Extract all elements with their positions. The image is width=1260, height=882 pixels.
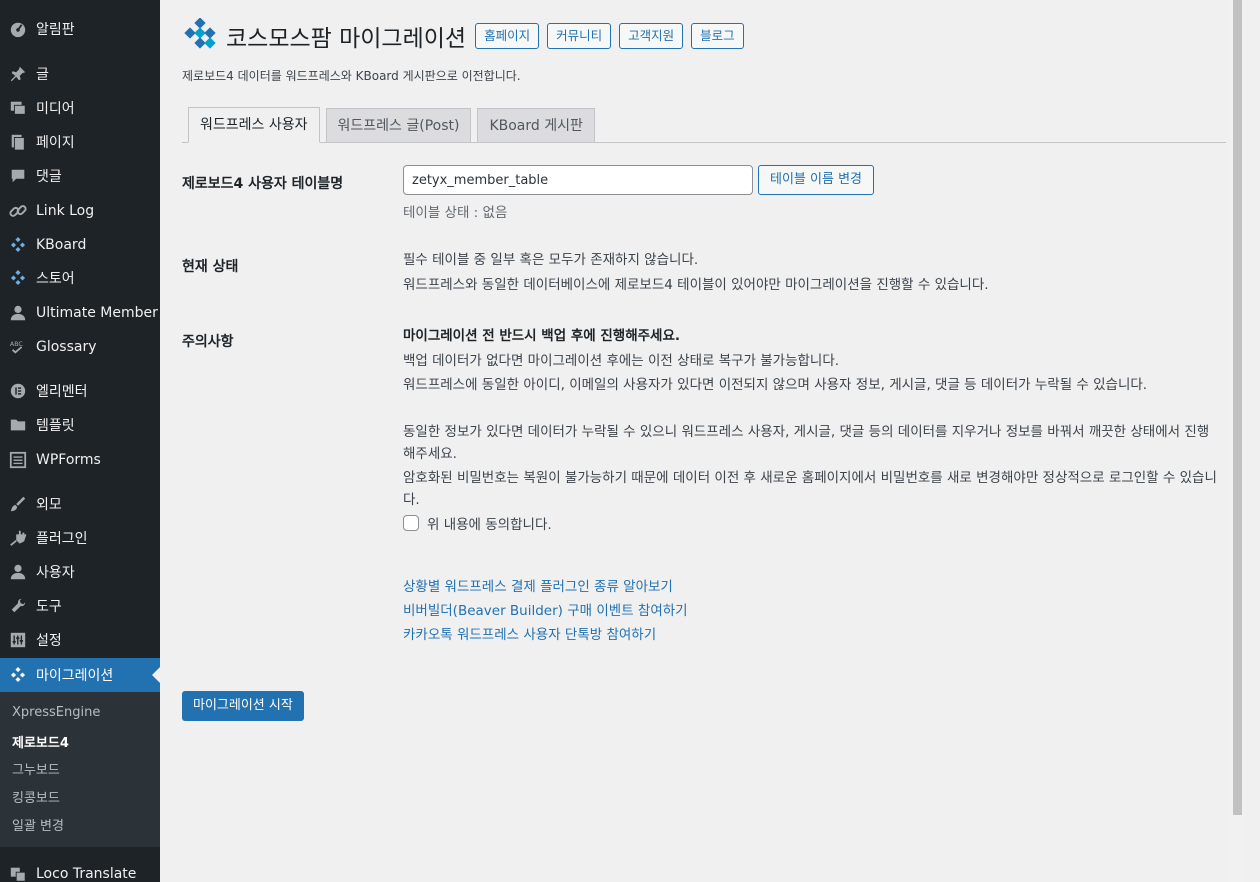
agree-row: 위 내용에 동의합니다. [403, 513, 552, 533]
agree-checkbox[interactable] [403, 515, 419, 531]
sidebar-item-media[interactable]: 미디어 [0, 91, 160, 125]
submenu-item-bulk-change[interactable]: 일괄 변경 [12, 815, 64, 834]
dashboard-icon [8, 19, 28, 39]
page-icon [8, 132, 28, 152]
migration-submenu: XpressEngine 제로보드4 그누보드 킹콩보드 일괄 변경 [0, 692, 160, 847]
notice-line: 백업 데이터가 없다면 마이그레이션 후에는 이전 상태로 복구가 불가능합니다… [403, 353, 840, 369]
page-description: 제로보드4 데이터를 워드프레스와 KBoard 게시판으로 이전합니다. [182, 69, 521, 83]
status-line: 필수 테이블 중 일부 혹은 모두가 존재하지 않습니다. [403, 252, 699, 268]
settings-icon [8, 630, 28, 650]
link-beaver-builder[interactable]: 비버빌더(Beaver Builder) 구매 이벤트 참여하기 [403, 599, 688, 619]
comment-icon [8, 166, 28, 186]
sidebar-item-users[interactable]: 사용자 [0, 555, 160, 589]
sidebar-item-store[interactable]: 스토어 [0, 261, 160, 295]
link-payment-plugins[interactable]: 상황별 워드프레스 결제 플러그인 종류 알아보기 [403, 575, 673, 595]
migration-icon [8, 665, 28, 685]
start-migration-button[interactable]: 마이그레이션 시작 [182, 691, 304, 721]
sidebar-item-appearance[interactable]: 외모 [0, 487, 160, 521]
submenu-item-zeroboard4[interactable]: 제로보드4 [12, 732, 69, 751]
submenu-item-gnuboard[interactable]: 그누보드 [12, 759, 60, 778]
link-kakaotalk[interactable]: 카카오톡 워드프레스 사용자 단톡방 참여하기 [403, 623, 656, 643]
tab-kboard[interactable]: KBoard 게시판 [477, 108, 595, 143]
community-button[interactable]: 커뮤니티 [547, 23, 612, 49]
sidebar-item-elementor[interactable]: 엘리멘터 [0, 374, 160, 408]
tab-wp-posts[interactable]: 워드프레스 글(Post) [325, 108, 472, 143]
sidebar-item-dashboard[interactable]: 알림판 [0, 12, 160, 46]
main-content: 코스모스팜 마이그레이션 홈페이지 커뮤니티 고객지원 블로그 제로보드4 데이… [160, 0, 1245, 882]
rename-table-button[interactable]: 테이블 이름 변경 [758, 165, 874, 195]
support-button[interactable]: 고객지원 [619, 23, 684, 49]
tab-bar: 워드프레스 사용자 워드프레스 글(Post) KBoard 게시판 [188, 107, 601, 143]
sidebar-item-settings[interactable]: 설정 [0, 623, 160, 657]
notice-label: 주의사항 [182, 334, 234, 350]
elementor-icon [8, 381, 28, 401]
admin-sidebar: 알림판 글 미디어 페이지 댓글 Link Log KBoard 스토어 Ult… [0, 0, 160, 882]
homepage-button[interactable]: 홈페이지 [475, 23, 540, 49]
notice-title: 마이그레이션 전 반드시 백업 후에 진행해주세요. [403, 328, 681, 344]
notice-line: 워드프레스에 동일한 아이디, 이메일의 사용자가 있다면 이전되지 않으며 사… [403, 377, 1148, 393]
sidebar-item-posts[interactable]: 글 [0, 57, 160, 91]
table-status-text: 테이블 상태 : 없음 [403, 205, 508, 221]
sidebar-item-templates[interactable]: 템플릿 [0, 408, 160, 442]
forms-icon [8, 450, 28, 470]
page-header: 코스모스팜 마이그레이션 홈페이지 커뮤니티 고객지원 블로그 [182, 16, 752, 56]
media-icon [8, 98, 28, 118]
brush-icon [8, 494, 28, 514]
submenu-item-xpressengine[interactable]: XpressEngine [12, 705, 100, 720]
scrollbar-thumb[interactable] [1233, 0, 1242, 815]
sidebar-item-glossary[interactable]: ABC Glossary [0, 330, 160, 364]
notice-line: 동일한 정보가 있다면 데이터가 누락될 수 있으니 워드프레스 사용자, 게시… [403, 424, 1210, 462]
blog-button[interactable]: 블로그 [691, 23, 744, 49]
status-line: 워드프레스와 동일한 데이터베이스에 제로보드4 테이블이 있어야만 마이그레이… [403, 277, 989, 293]
sidebar-item-ultimate-member[interactable]: Ultimate Member [0, 296, 160, 330]
tab-divider [182, 142, 1226, 143]
table-name-label: 제로보드4 사용자 테이블명 [182, 176, 344, 192]
sidebar-item-plugins[interactable]: 플러그인 [0, 521, 160, 555]
kboard-icon [8, 235, 28, 255]
plugin-icon [8, 528, 28, 548]
scrollbar[interactable] [1230, 0, 1245, 882]
cosmosfarm-logo-icon [184, 18, 216, 49]
glossary-icon: ABC [8, 337, 28, 357]
tab-wp-users[interactable]: 워드프레스 사용자 [188, 107, 320, 143]
submenu-item-kingkongboard[interactable]: 킹콩보드 [12, 787, 60, 806]
notice-line: 암호화된 비밀번호는 복원이 불가능하기 때문에 데이터 이전 후 새로운 홈페… [403, 470, 1217, 508]
pin-icon [8, 64, 28, 84]
sidebar-item-link-log[interactable]: Link Log [0, 194, 160, 228]
sidebar-item-kboard[interactable]: KBoard [0, 228, 160, 262]
store-icon [8, 268, 28, 288]
sidebar-item-pages[interactable]: 페이지 [0, 125, 160, 159]
folder-icon [8, 415, 28, 435]
sidebar-item-comments[interactable]: 댓글 [0, 159, 160, 193]
sidebar-item-loco-translate[interactable]: Loco Translate [0, 857, 160, 882]
wrench-icon [8, 596, 28, 616]
translate-icon [8, 864, 28, 882]
table-name-input[interactable] [403, 165, 753, 195]
current-status-label: 현재 상태 [182, 259, 239, 275]
user-icon [8, 303, 28, 323]
sidebar-item-tools[interactable]: 도구 [0, 589, 160, 623]
page-title: 코스모스팜 마이그레이션 [226, 26, 467, 52]
agree-label: 위 내용에 동의합니다. [427, 517, 552, 533]
sidebar-item-wpforms[interactable]: WPForms [0, 443, 160, 477]
sidebar-item-migration[interactable]: 마이그레이션 [0, 658, 160, 692]
link-icon [8, 201, 28, 221]
user-icon [8, 562, 28, 582]
